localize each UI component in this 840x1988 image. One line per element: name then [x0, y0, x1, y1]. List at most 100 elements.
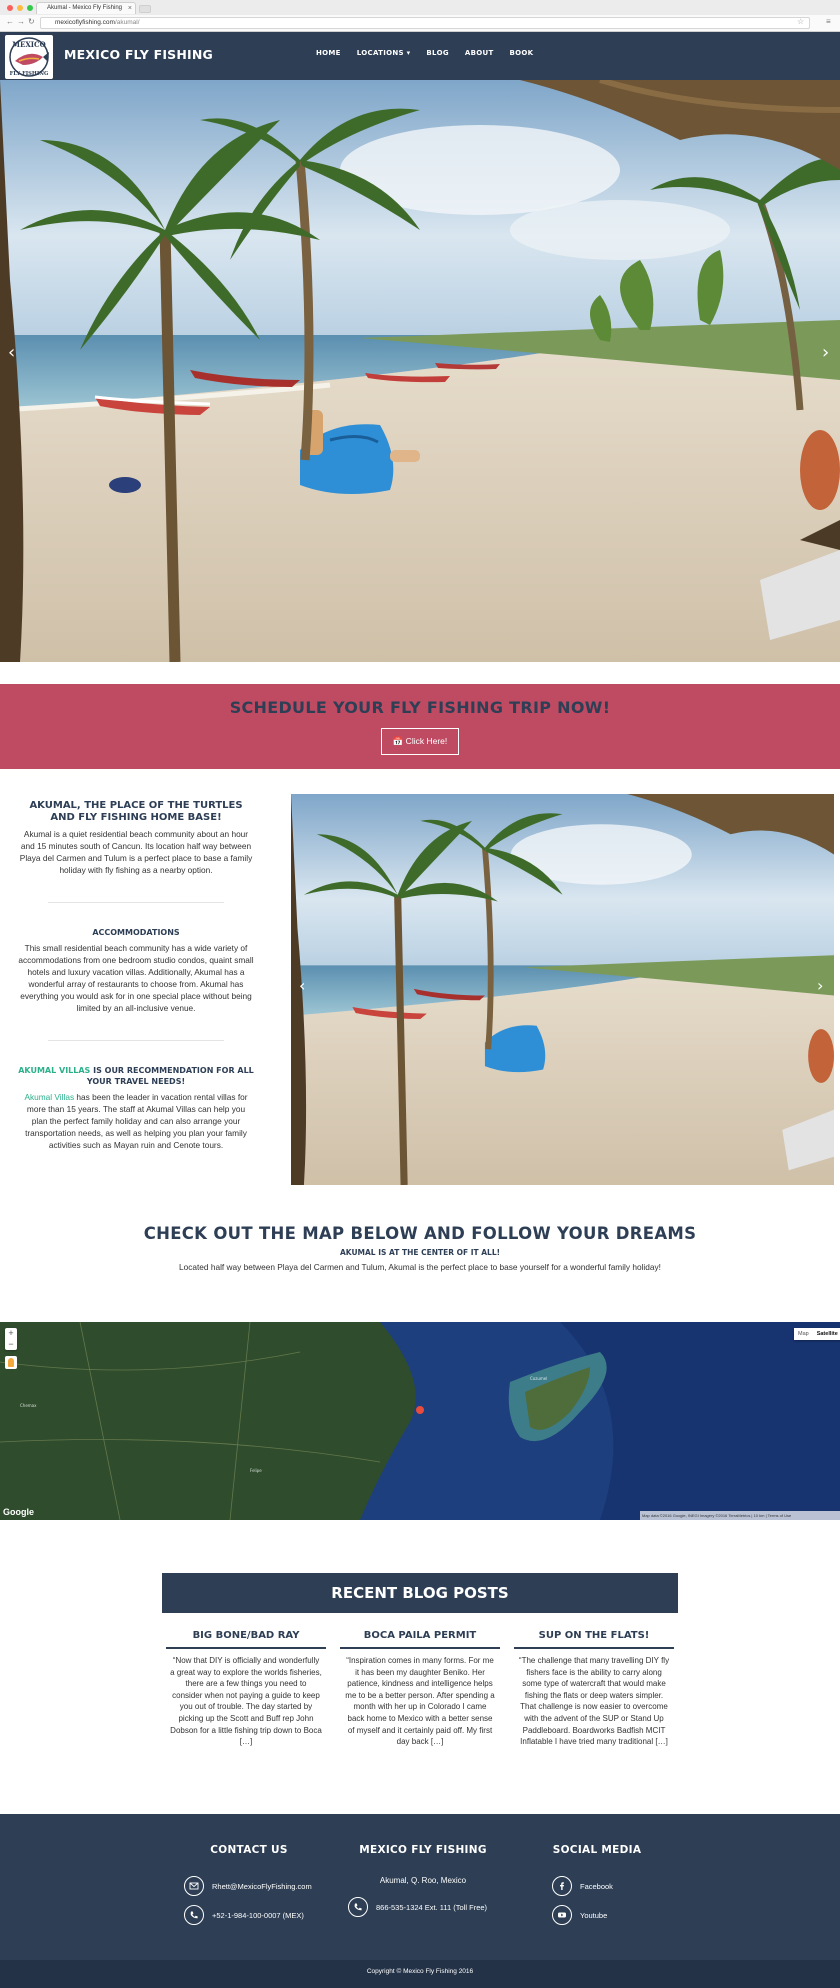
- window-controls: [7, 5, 33, 11]
- youtube-icon: [552, 1905, 572, 1925]
- akumal-villas-heading-link[interactable]: AKUMAL VILLAS: [18, 1066, 90, 1075]
- blog-post: SUP ON THE FLATS! “The challenge that ma…: [514, 1630, 674, 1748]
- browser-menu-icon[interactable]: ≡: [826, 17, 831, 26]
- footer-youtube-text: Youtube: [580, 1910, 608, 1920]
- map-subheading: AKUMAL IS AT THE CENTER OF IT ALL!: [339, 1248, 501, 1257]
- hero-slider: ‹ ›: [0, 80, 840, 662]
- phone-icon: [184, 1905, 204, 1925]
- bookmark-star-icon[interactable]: ☆: [797, 17, 804, 26]
- blog-heading: RECENT BLOG POSTS: [331, 1584, 509, 1602]
- google-map[interactable]: Cozumel Chemax Felipe + − Map Satellite Go…: [0, 1322, 840, 1520]
- url-path: /akumal/: [114, 19, 140, 26]
- footer-phone-mx-text: +52-1-984-100-0007 (MEX): [212, 1910, 304, 1920]
- map-attribution: Map data ©2016 Google, INEGI Imagery ©20…: [640, 1511, 840, 1520]
- divider: [48, 902, 224, 903]
- site-title[interactable]: MEXICO FLY FISHING: [64, 47, 213, 62]
- akumal-intro: Akumal is a quiet residential beach comm…: [19, 829, 253, 875]
- back-icon[interactable]: ←: [6, 17, 14, 26]
- accommodations-text: This small residential beach community h…: [18, 943, 254, 1013]
- envelope-icon: [184, 1876, 204, 1896]
- footer-phone-tollfree[interactable]: 866-535-1324 Ext. 111 (Toll Free): [348, 1897, 498, 1917]
- copyright-bar: Copyright © Mexico Fly Fishing 2016: [0, 1960, 840, 1988]
- map-text: Located half way between Playa del Carme…: [179, 1262, 661, 1272]
- svg-text:Felipe: Felipe: [250, 1468, 262, 1473]
- footer-social: SOCIAL MEDIA Facebook Youtube: [552, 1844, 642, 1925]
- map-type-map-button[interactable]: Map: [794, 1328, 813, 1340]
- footer-email-text: Rhett@MexicoFlyFishing.com: [212, 1881, 312, 1891]
- footer-location: Akumal, Q. Roo, Mexico: [379, 1876, 467, 1885]
- tab-close-icon[interactable]: ×: [128, 3, 132, 14]
- nav-blog[interactable]: BLOG: [426, 49, 448, 57]
- browser-chrome: Akumal - Mexico Fly Fishing × ← → ↻ mexi…: [0, 0, 840, 32]
- footer-facebook-text: Facebook: [580, 1881, 613, 1891]
- blog-post-excerpt: “The challenge that many travelling DIY …: [518, 1656, 670, 1747]
- google-logo: Google: [3, 1507, 34, 1517]
- minimize-window-button[interactable]: [17, 5, 23, 11]
- nav-locations[interactable]: LOCATIONS ▾: [357, 49, 411, 57]
- akumal-beach-image: [291, 794, 834, 1185]
- url-domain: mexicoflyfishing.com: [55, 19, 115, 26]
- reload-icon[interactable]: ↻: [28, 17, 35, 26]
- footer-contact-heading: CONTACT US: [210, 1844, 288, 1856]
- street-view-pegman-icon[interactable]: [5, 1356, 17, 1369]
- footer-phone-mx[interactable]: +52-1-984-100-0007 (MEX): [184, 1905, 314, 1925]
- blog-post-title[interactable]: BIG BONE/BAD RAY: [166, 1630, 326, 1649]
- footer-social-heading: SOCIAL MEDIA: [552, 1844, 642, 1856]
- forward-icon[interactable]: →: [17, 17, 25, 26]
- schedule-cta-band: SCHEDULE YOUR FLY FISHING TRIP NOW! 📅 Cl…: [0, 684, 840, 769]
- nav-book[interactable]: BOOK: [510, 49, 534, 57]
- footer-youtube-link[interactable]: Youtube: [552, 1905, 642, 1925]
- hero-prev-arrow[interactable]: ‹: [8, 342, 15, 363]
- footer-facebook-link[interactable]: Facebook: [552, 1876, 642, 1896]
- photo-prev-arrow[interactable]: ‹: [299, 976, 305, 995]
- close-window-button[interactable]: [7, 5, 13, 11]
- map-zoom-control: + −: [5, 1328, 17, 1350]
- address-bar[interactable]: mexicoflyfishing.com/akumal/: [40, 17, 810, 29]
- browser-tab[interactable]: Akumal - Mexico Fly Fishing ×: [36, 2, 136, 14]
- new-tab-button[interactable]: [139, 5, 151, 13]
- hero-next-arrow[interactable]: ›: [822, 342, 829, 363]
- map-type-satellite-button[interactable]: Satellite: [813, 1328, 840, 1340]
- tab-title: Akumal - Mexico Fly Fishing: [47, 5, 123, 11]
- blog-post-title[interactable]: BOCA PAILA PERMIT: [340, 1630, 500, 1649]
- footer-email[interactable]: Rhett@MexicoFlyFishing.com: [184, 1876, 314, 1896]
- map-type-control: Map Satellite: [794, 1328, 840, 1340]
- facebook-icon: [552, 1876, 572, 1896]
- logo-text-bottom: FLY FISHING: [10, 71, 49, 77]
- recent-blog-posts-bar: RECENT BLOG POSTS: [162, 1573, 678, 1613]
- photo-next-arrow[interactable]: ›: [817, 976, 823, 995]
- svg-text:Chemax: Chemax: [20, 1403, 37, 1408]
- blog-post-excerpt: “Now that DIY is officially and wonderfu…: [170, 1656, 322, 1747]
- logo-graphic: MEXICO FLY FISHING: [9, 37, 49, 77]
- footer-brand-heading: MEXICO FLY FISHING: [359, 1844, 487, 1856]
- akumal-info-column: AKUMAL, THE PLACE OF THE TURTLES AND FLY…: [18, 800, 254, 1151]
- villas-heading-text: IS OUR RECOMMENDATION FOR ALL YOUR TRAVE…: [86, 1066, 254, 1086]
- logo-text-top: MEXICO: [12, 40, 45, 49]
- site-header: MEXICO FLY FISHING MEXICO FLY FISHING HO…: [0, 32, 840, 80]
- akumal-villas-text-link[interactable]: Akumal Villas: [24, 1092, 74, 1102]
- hero-beach-image: [0, 80, 840, 662]
- divider: [48, 1040, 224, 1041]
- maximize-window-button[interactable]: [27, 5, 33, 11]
- cta-heading: SCHEDULE YOUR FLY FISHING TRIP NOW!: [229, 698, 611, 717]
- site-footer: CONTACT US Rhett@MexicoFlyFishing.com +5…: [0, 1814, 840, 1960]
- satellite-map-image: Cozumel Chemax Felipe: [0, 1322, 840, 1520]
- nav-home[interactable]: HOME: [316, 49, 341, 57]
- villas-heading: AKUMAL VILLAS IS OUR RECOMMENDATION FOR …: [18, 1065, 254, 1087]
- zoom-out-button[interactable]: −: [5, 1339, 17, 1350]
- blog-posts-list: BIG BONE/BAD RAY “Now that DIY is offici…: [166, 1630, 674, 1748]
- nav-about[interactable]: ABOUT: [465, 49, 494, 57]
- cta-click-here-button[interactable]: 📅 Click Here!: [381, 728, 459, 755]
- browser-toolbar: ← → ↻ mexicoflyfishing.com/akumal/ ☆ ≡: [0, 15, 840, 31]
- blog-post: BOCA PAILA PERMIT “Inspiration comes in …: [340, 1630, 500, 1748]
- footer-contact: CONTACT US Rhett@MexicoFlyFishing.com +5…: [184, 1844, 314, 1925]
- phone-icon: [348, 1897, 368, 1917]
- akumal-heading: AKUMAL, THE PLACE OF THE TURTLES AND FLY…: [29, 800, 243, 823]
- akumal-photo-slider: ‹ ›: [291, 794, 834, 1185]
- blog-post-title[interactable]: SUP ON THE FLATS!: [514, 1630, 674, 1649]
- site-logo[interactable]: MEXICO FLY FISHING: [5, 35, 53, 79]
- map-marker-icon: [416, 1406, 424, 1414]
- zoom-in-button[interactable]: +: [5, 1328, 17, 1339]
- villas-text: Akumal Villas has been the leader in vac…: [18, 1091, 254, 1151]
- map-heading: CHECK OUT THE MAP BELOW AND FOLLOW YOUR …: [143, 1224, 697, 1243]
